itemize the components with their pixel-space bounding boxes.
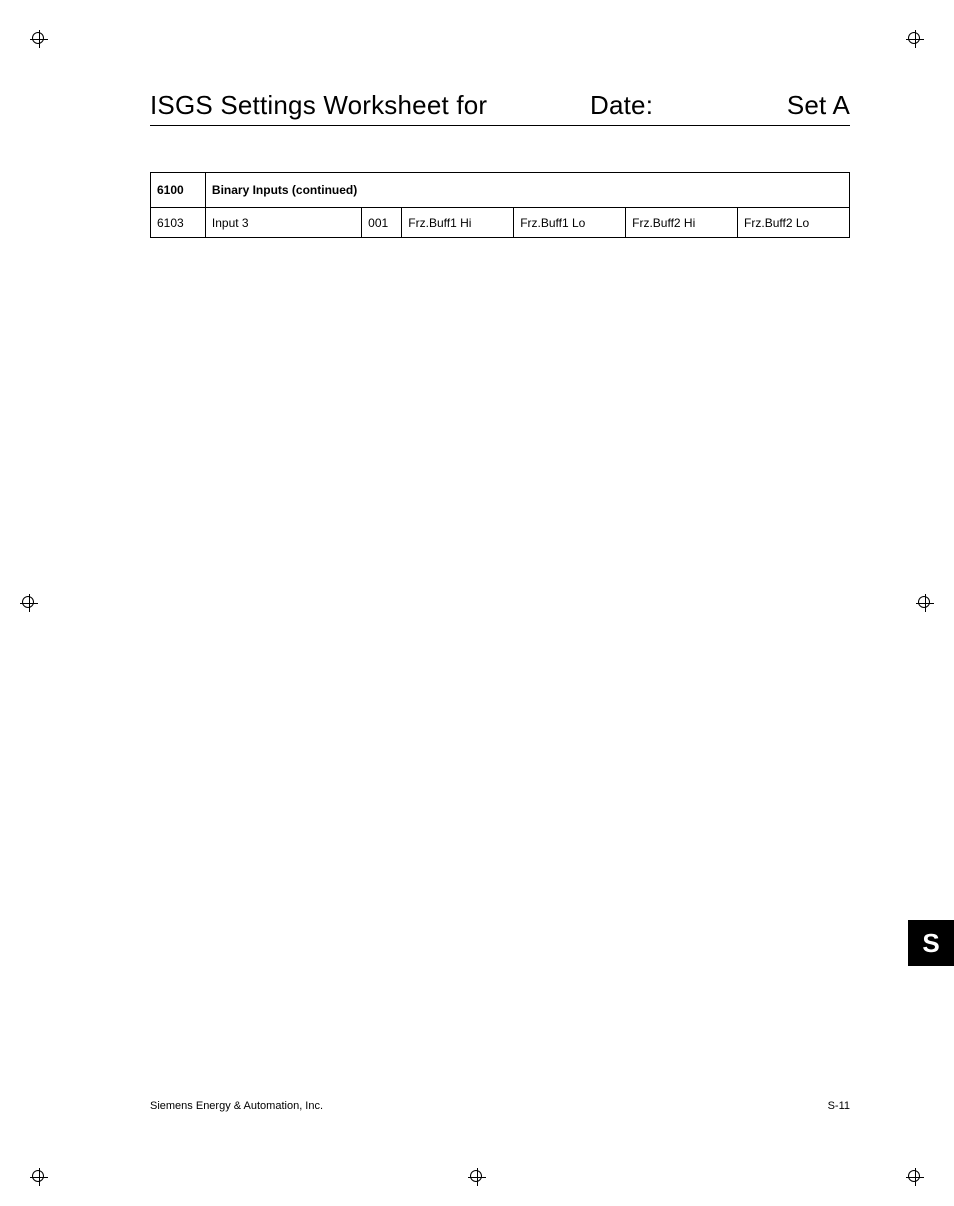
page-footer: Siemens Energy & Automation, Inc. S-11 [150, 1100, 850, 1112]
set-label: Set A [760, 90, 850, 121]
footer-page-number: S-11 [828, 1100, 850, 1112]
group-code: 6103 [151, 208, 206, 238]
page-title: ISGS Settings Worksheet for [150, 90, 590, 121]
settings-table: 6100 Binary Inputs (continued) 6103Input… [150, 172, 850, 238]
section-code: 6100 [151, 173, 206, 208]
value-cell: Frz.Buff2 Lo [738, 208, 850, 238]
crop-mark [468, 1168, 486, 1186]
value-cell: Frz.Buff2 Hi [626, 208, 738, 238]
crop-mark [906, 1168, 924, 1186]
crop-mark [30, 30, 48, 48]
option-number: 001 [362, 208, 402, 238]
section-tab: S [908, 920, 954, 966]
page-header: ISGS Settings Worksheet for Date: Set A [150, 90, 850, 126]
date-label: Date: [590, 90, 760, 121]
value-cell: Frz.Buff1 Hi [402, 208, 514, 238]
page-content: ISGS Settings Worksheet for Date: Set A … [150, 90, 850, 238]
crop-mark [906, 30, 924, 48]
crop-mark [20, 594, 38, 612]
section-title: Binary Inputs (continued) [205, 173, 849, 208]
footer-company: Siemens Energy & Automation, Inc. [150, 1100, 323, 1112]
crop-mark [30, 1168, 48, 1186]
value-cell: Frz.Buff1 Lo [514, 208, 626, 238]
group-name: Input 3 [205, 208, 361, 238]
crop-mark [916, 594, 934, 612]
section-header-row: 6100 Binary Inputs (continued) [151, 173, 850, 208]
table-row: 6103Input 3001Frz.Buff1 HiFrz.Buff1 LoFr… [151, 208, 850, 238]
